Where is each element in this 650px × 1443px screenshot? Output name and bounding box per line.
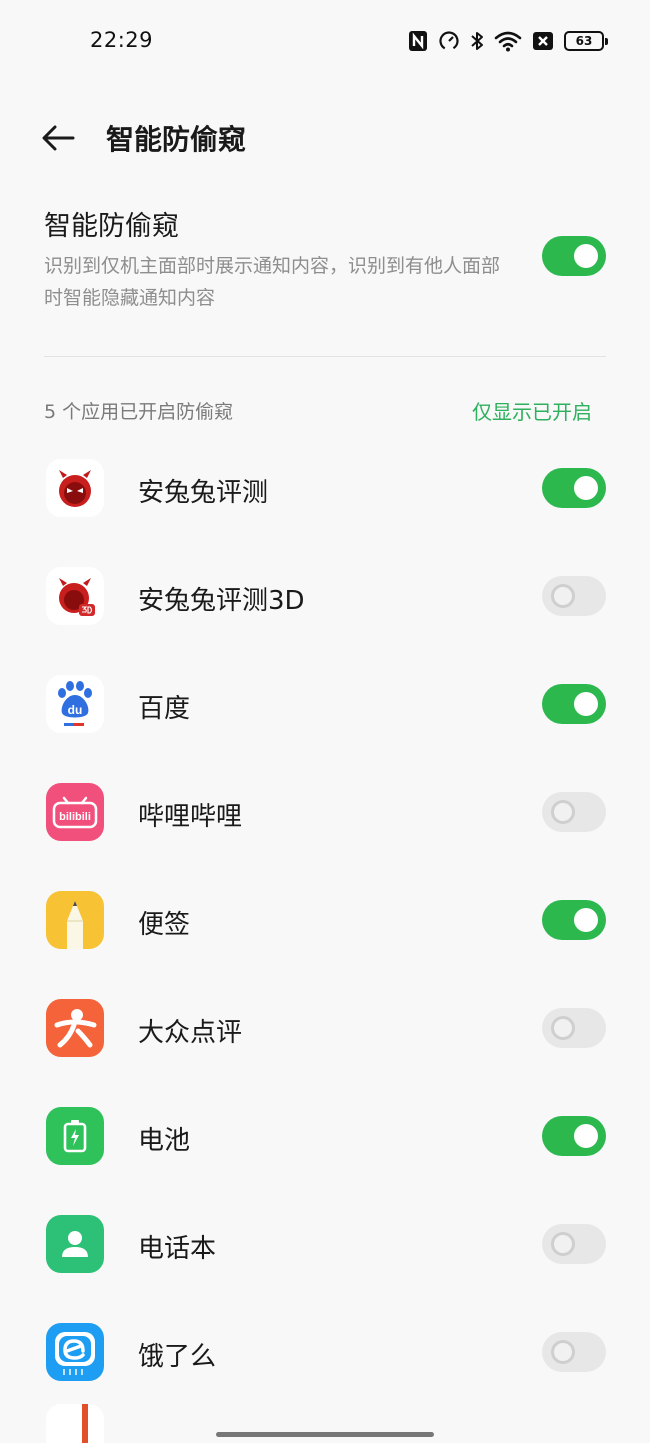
master-switch-toggle[interactable] xyxy=(542,236,606,276)
master-switch-title: 智能防偷窥 xyxy=(44,211,179,242)
toggle-knob xyxy=(574,476,598,500)
toggle-knob xyxy=(574,908,598,932)
battery-icon: 63 xyxy=(564,31,608,51)
app-row-antutu[interactable]: 安兔兔评测 xyxy=(0,435,650,543)
app-name: 安兔兔评测 xyxy=(138,478,269,508)
nfc-icon xyxy=(408,30,428,52)
toggle-knob xyxy=(574,1124,598,1148)
app-toggle-battery[interactable] xyxy=(542,1116,606,1156)
contacts-icon xyxy=(46,1215,104,1273)
master-switch-description: 识别到仅机主面部时展示通知内容，识别到有他人面部时智能隐藏通知内容 xyxy=(44,255,501,309)
app-row-dianping[interactable]: 大众点评 xyxy=(0,975,650,1083)
app-toggle-notes[interactable] xyxy=(542,900,606,940)
toggle-knob xyxy=(551,1232,575,1256)
home-indicator xyxy=(216,1432,434,1437)
antutu-icon xyxy=(46,459,104,517)
app-name: 哔哩哔哩 xyxy=(138,802,243,832)
svg-text:du: du xyxy=(68,703,83,717)
data-saver-icon xyxy=(438,30,460,52)
baidu-icon: du xyxy=(46,675,104,733)
status-bar: 22:29 63 xyxy=(0,0,650,84)
app-row-eleme[interactable]: 饿了么 xyxy=(0,1299,650,1407)
app-row-battery[interactable]: 电池 xyxy=(0,1083,650,1191)
app-row-baidu[interactable]: du 百度 xyxy=(0,651,650,759)
eleme-icon xyxy=(46,1323,104,1381)
app-name: 大众点评 xyxy=(138,1018,243,1048)
wifi-icon xyxy=(494,30,522,52)
arrow-left-icon xyxy=(42,125,75,151)
status-time: 22:29 xyxy=(90,28,154,52)
app-row-contacts[interactable]: 电话本 xyxy=(0,1191,650,1299)
toggle-knob xyxy=(574,692,598,716)
status-icons: 63 xyxy=(408,27,608,55)
show-enabled-only-link[interactable]: 仅显示已开启 xyxy=(472,396,592,425)
svg-text:bilibili: bilibili xyxy=(59,811,91,823)
app-name: 便签 xyxy=(138,910,191,940)
app-toggle-baidu[interactable] xyxy=(542,684,606,724)
toggle-knob xyxy=(574,244,598,268)
app-toggle-bilibili[interactable] xyxy=(542,792,606,832)
page-title: 智能防偷窥 xyxy=(106,123,247,156)
battery-level: 63 xyxy=(575,34,593,48)
toggle-knob xyxy=(551,800,575,824)
notes-icon xyxy=(46,891,104,949)
bluetooth-icon xyxy=(470,30,484,52)
toggle-knob xyxy=(551,584,575,608)
app-toggle-antutu-3d[interactable] xyxy=(542,576,606,616)
partial-app-icon xyxy=(46,1404,104,1443)
app-toggle-antutu[interactable] xyxy=(542,468,606,508)
app-toggle-dianping[interactable] xyxy=(542,1008,606,1048)
enabled-app-count: 5 个应用已开启防偷窥 xyxy=(44,401,234,423)
antutu-3d-icon xyxy=(46,567,104,625)
toggle-knob xyxy=(551,1340,575,1364)
app-name: 百度 xyxy=(138,694,191,724)
no-sim-icon xyxy=(532,31,554,51)
app-row-antutu-3d[interactable]: 安兔兔评测3D xyxy=(0,543,650,651)
app-name: 安兔兔评测3D xyxy=(138,586,305,616)
app-name: 饿了么 xyxy=(138,1342,217,1372)
app-toggle-eleme[interactable] xyxy=(542,1332,606,1372)
toggle-knob xyxy=(551,1016,575,1040)
master-switch-row: 智能防偷窥 识别到仅机主面部时展示通知内容，识别到有他人面部时智能隐藏通知内容 xyxy=(44,204,606,314)
divider xyxy=(44,356,606,357)
app-toggle-contacts[interactable] xyxy=(542,1224,606,1264)
app-list: 安兔兔评测 安兔兔评测3D du 百度 bilibili 哔哩哔哩 便签 大众点… xyxy=(0,435,650,1407)
screen: 22:29 63 智能防偷窥 智能防偷窥 识别到仅机主面部时展示通知内容，识别到… xyxy=(0,0,650,1443)
back-button[interactable] xyxy=(34,116,82,160)
app-row-notes[interactable]: 便签 xyxy=(0,867,650,975)
app-name: 电池 xyxy=(138,1126,191,1156)
app-row-bilibili[interactable]: bilibili 哔哩哔哩 xyxy=(0,759,650,867)
bilibili-icon: bilibili xyxy=(46,783,104,841)
dianping-icon xyxy=(46,999,104,1057)
battery-app-icon xyxy=(46,1107,104,1165)
header: 智能防偷窥 xyxy=(0,106,650,170)
app-name: 电话本 xyxy=(138,1234,217,1264)
